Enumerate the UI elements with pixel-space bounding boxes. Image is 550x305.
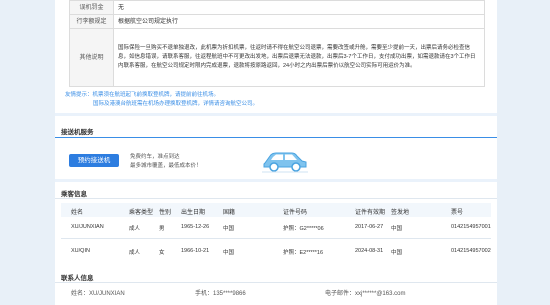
rule-label: 行李额规定 bbox=[69, 14, 114, 29]
passenger-gender: 女 bbox=[159, 250, 165, 256]
car-icon bbox=[262, 152, 308, 173]
col-header-expiry: 证件有效期 bbox=[355, 210, 386, 216]
col-header-id: 证件号码 bbox=[283, 210, 308, 216]
col-header-birth: 出生日期 bbox=[181, 210, 206, 216]
passenger-birth: 1966-10-21 bbox=[181, 248, 210, 254]
order-detail-panel: 误机罚金 无 行李额规定 根据航空公司规定执行 其他说明 国际保险一旦购买不退单… bbox=[55, 0, 497, 305]
passenger-ticket: 0142154957001 bbox=[451, 224, 491, 230]
passenger-nationality: 中国 bbox=[223, 250, 235, 256]
book-pickup-button[interactable]: 预约接送机 bbox=[69, 154, 119, 167]
section-underline bbox=[55, 282, 497, 283]
table-row: XU/JUNXIAN 成人 男 1965-12-26 中国 护照：G2*****… bbox=[61, 220, 491, 234]
col-header-nationality: 国籍 bbox=[223, 210, 236, 216]
passenger-expiry: 2024-08-31 bbox=[355, 248, 384, 254]
rule-value: 国际保险一旦购买不退单独退改，此机票为折扣机票，往返时请不得在航空公司退票，需要… bbox=[113, 28, 485, 87]
passenger-ticket: 0142154957002 bbox=[451, 248, 491, 254]
contact-section-title: 联系人信息 bbox=[61, 275, 94, 282]
pickup-promo-line1: 免费约车，准点到达 bbox=[130, 154, 180, 160]
passenger-expiry: 2017-06-27 bbox=[355, 224, 384, 230]
section-divider bbox=[55, 179, 497, 182]
table-row: 行李额规定 根据航空公司规定执行 bbox=[69, 14, 485, 29]
row-divider bbox=[61, 238, 491, 239]
passenger-gender: 男 bbox=[159, 226, 165, 232]
passenger-name: XU/QIN bbox=[71, 248, 90, 254]
rule-value: 根据航空公司规定执行 bbox=[113, 14, 485, 29]
rule-label: 其他说明 bbox=[69, 28, 114, 87]
notice-link-2[interactable]: 国际及港澳台航班需在机场办理换取登机牌，详情请咨询航空公司。 bbox=[93, 101, 258, 107]
passenger-id: 护照：G2*****06 bbox=[283, 226, 324, 232]
col-header-issue: 签发地 bbox=[391, 210, 410, 216]
col-header-name: 姓名 bbox=[71, 210, 84, 216]
table-row: 误机罚金 无 bbox=[69, 0, 485, 15]
section-underline bbox=[55, 137, 497, 138]
rule-label: 误机罚金 bbox=[69, 0, 114, 15]
notice-text: 友情提示：机票须在航班起飞前换取登机牌，请提前前往机场。 bbox=[65, 90, 219, 98]
contact-phone: 手机：135****9866 bbox=[195, 291, 246, 297]
passenger-section-title: 乘客信息 bbox=[61, 191, 87, 198]
passenger-table-header: 姓名 乘客类型 性别 出生日期 国籍 证件号码 证件有效期 签发地 票号 bbox=[61, 203, 491, 217]
section-underline bbox=[55, 198, 497, 199]
flight-rules-table: 误机罚金 无 行李额规定 根据航空公司规定执行 其他说明 国际保险一旦购买不退单… bbox=[69, 0, 485, 87]
passenger-birth: 1965-12-26 bbox=[181, 224, 210, 230]
passenger-name: XU/JUNXIAN bbox=[71, 224, 104, 230]
notice-link-1[interactable]: 友情提示：机票须在航班起飞前换取登机牌，请提前前往机场。 bbox=[65, 92, 219, 98]
passenger-issue-place: 中国 bbox=[391, 226, 403, 232]
col-header-ticket: 票号 bbox=[451, 210, 464, 216]
passenger-nationality: 中国 bbox=[223, 226, 235, 232]
rule-value: 无 bbox=[113, 0, 485, 15]
passenger-type: 成人 bbox=[129, 250, 141, 256]
pickup-section-title: 接送机服务 bbox=[61, 129, 94, 136]
table-row: 其他说明 国际保险一旦购买不退单独退改，此机票为折扣机票，往返时请不得在航空公司… bbox=[69, 28, 485, 87]
table-row: XU/QIN 成人 女 1966-10-21 中国 护照：E2*****16 2… bbox=[61, 244, 491, 258]
col-header-type: 乘客类型 bbox=[129, 210, 154, 216]
passenger-id: 护照：E2*****16 bbox=[283, 250, 324, 256]
pickup-promo-line2: 最多城市覆盖，最低成本价！ bbox=[130, 163, 202, 169]
passenger-type: 成人 bbox=[129, 226, 141, 232]
contact-name: 姓名：XU/JUNXIAN bbox=[71, 291, 125, 297]
notice-text: 国际及港澳台航班需在机场办理换取登机牌，详情请咨询航空公司。 bbox=[93, 99, 258, 107]
section-divider bbox=[55, 113, 497, 116]
contact-email: 电子邮件：xxj******@163.com bbox=[325, 291, 406, 297]
col-header-gender: 性别 bbox=[159, 210, 172, 216]
passenger-issue-place: 中国 bbox=[391, 250, 403, 256]
